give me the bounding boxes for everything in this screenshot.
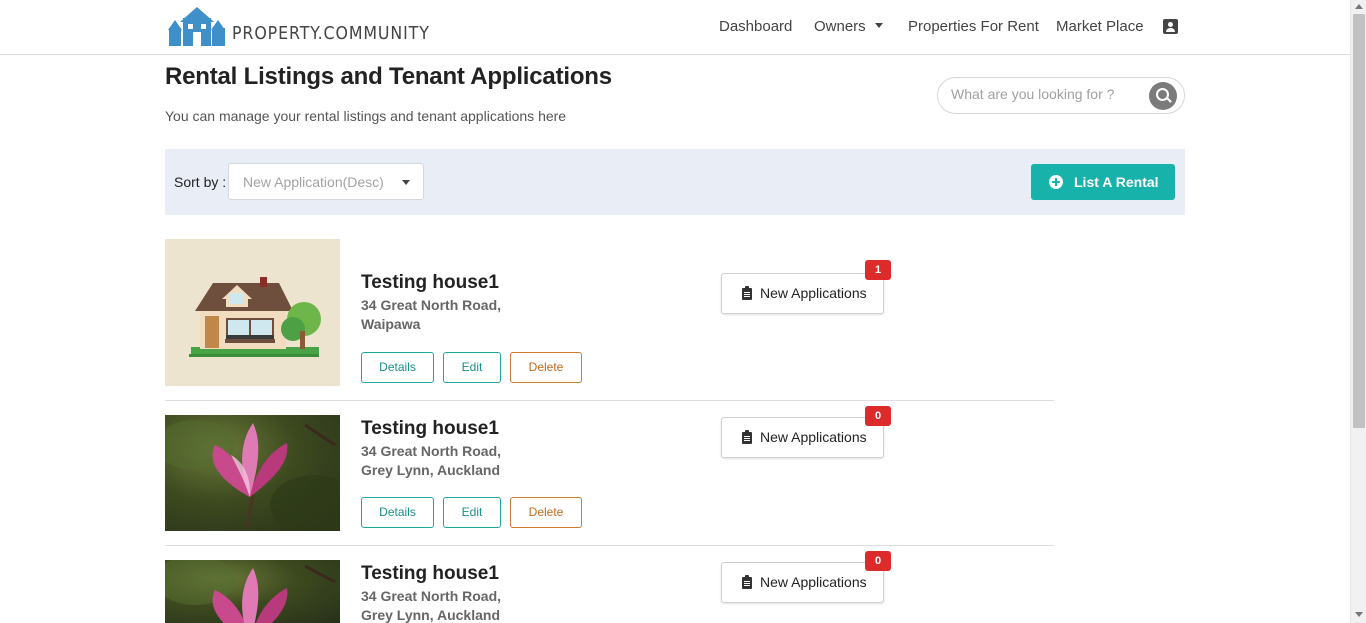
house-illustration (189, 277, 321, 357)
brand-name: PROPERTY.COMMUNITY (232, 23, 430, 44)
nav-dashboard[interactable]: Dashboard (719, 18, 792, 35)
new-applications-button[interactable]: New Applications (721, 562, 884, 603)
new-applications-label: New Applications (760, 285, 867, 301)
magnolia-flower-photo (165, 420, 340, 531)
listing-card: Testing house1 34 Great North Road, Waip… (165, 239, 1054, 401)
nav-properties-for-rent[interactable]: Properties For Rent (908, 18, 1039, 35)
listing-image-flower[interactable] (165, 560, 340, 623)
search-box (937, 77, 1185, 114)
listing-card: Testing house1 34 Great North Road, Grey… (165, 551, 1054, 623)
details-button[interactable]: Details (361, 497, 434, 528)
contact-icon[interactable] (1163, 19, 1178, 34)
top-navbar: PROPERTY.COMMUNITY Dashboard Owners Prop… (0, 0, 1350, 55)
new-applications-label: New Applications (760, 574, 867, 590)
list-a-rental-label: List A Rental (1074, 174, 1159, 190)
listing-image-house[interactable] (165, 239, 340, 386)
page-title: Rental Listings and Tenant Applications (165, 63, 612, 90)
search-input[interactable] (951, 86, 1141, 102)
nav-owners[interactable]: Owners (814, 18, 883, 35)
chevron-down-icon (874, 22, 883, 28)
scrollbar-thumb[interactable] (1353, 14, 1365, 428)
clipboard-icon (742, 430, 752, 444)
listing-title: Testing house1 (361, 418, 499, 439)
new-applications-button[interactable]: New Applications (721, 273, 884, 314)
listing-address-line2: Grey Lynn, Auckland (361, 607, 500, 623)
search-icon[interactable] (1149, 82, 1177, 110)
listing-address-line2: Grey Lynn, Auckland (361, 462, 500, 478)
listing-image-flower[interactable] (165, 415, 340, 531)
nav-owners-label: Owners (814, 18, 866, 35)
edit-button[interactable]: Edit (443, 497, 501, 528)
scroll-up-icon[interactable] (1355, 4, 1363, 9)
list-a-rental-button[interactable]: List A Rental (1031, 164, 1175, 200)
chevron-down-icon (402, 180, 410, 185)
applications-count-badge: 1 (865, 260, 891, 280)
listing-title: Testing house1 (361, 563, 499, 584)
listing-address-line2: Waipawa (361, 316, 421, 332)
brand-logo[interactable]: PROPERTY.COMMUNITY (168, 4, 457, 46)
delete-button[interactable]: Delete (510, 497, 582, 528)
details-button[interactable]: Details (361, 352, 434, 383)
clipboard-icon (742, 286, 752, 300)
page-scrollbar[interactable] (1350, 0, 1366, 623)
sort-selected-value: New Application(Desc) (243, 174, 384, 190)
scroll-down-icon[interactable] (1355, 612, 1363, 617)
new-applications-button[interactable]: New Applications (721, 417, 884, 458)
edit-button[interactable]: Edit (443, 352, 501, 383)
listing-address-line1: 34 Great North Road, (361, 443, 502, 459)
page-subtitle: You can manage your rental listings and … (165, 108, 567, 124)
clipboard-icon (742, 575, 752, 589)
house-logo-icon (168, 7, 225, 46)
listing-title: Testing house1 (361, 272, 499, 293)
applications-count-badge: 0 (865, 551, 891, 571)
listing-address-line1: 34 Great North Road, (361, 588, 502, 604)
magnolia-flower-photo (165, 560, 336, 623)
new-applications-label: New Applications (760, 429, 867, 445)
delete-button[interactable]: Delete (510, 352, 582, 383)
listing-address-line1: 34 Great North Road, (361, 297, 502, 313)
applications-count-badge: 0 (865, 406, 891, 426)
sort-select[interactable]: New Application(Desc) (228, 163, 424, 200)
listing-card: Testing house1 34 Great North Road, Grey… (165, 406, 1054, 546)
sort-label: Sort by : (174, 174, 227, 190)
nav-market-place[interactable]: Market Place (1056, 18, 1144, 35)
plus-circle-icon (1049, 175, 1063, 189)
sort-toolbar: Sort by : New Application(Desc) List A R… (165, 149, 1185, 215)
